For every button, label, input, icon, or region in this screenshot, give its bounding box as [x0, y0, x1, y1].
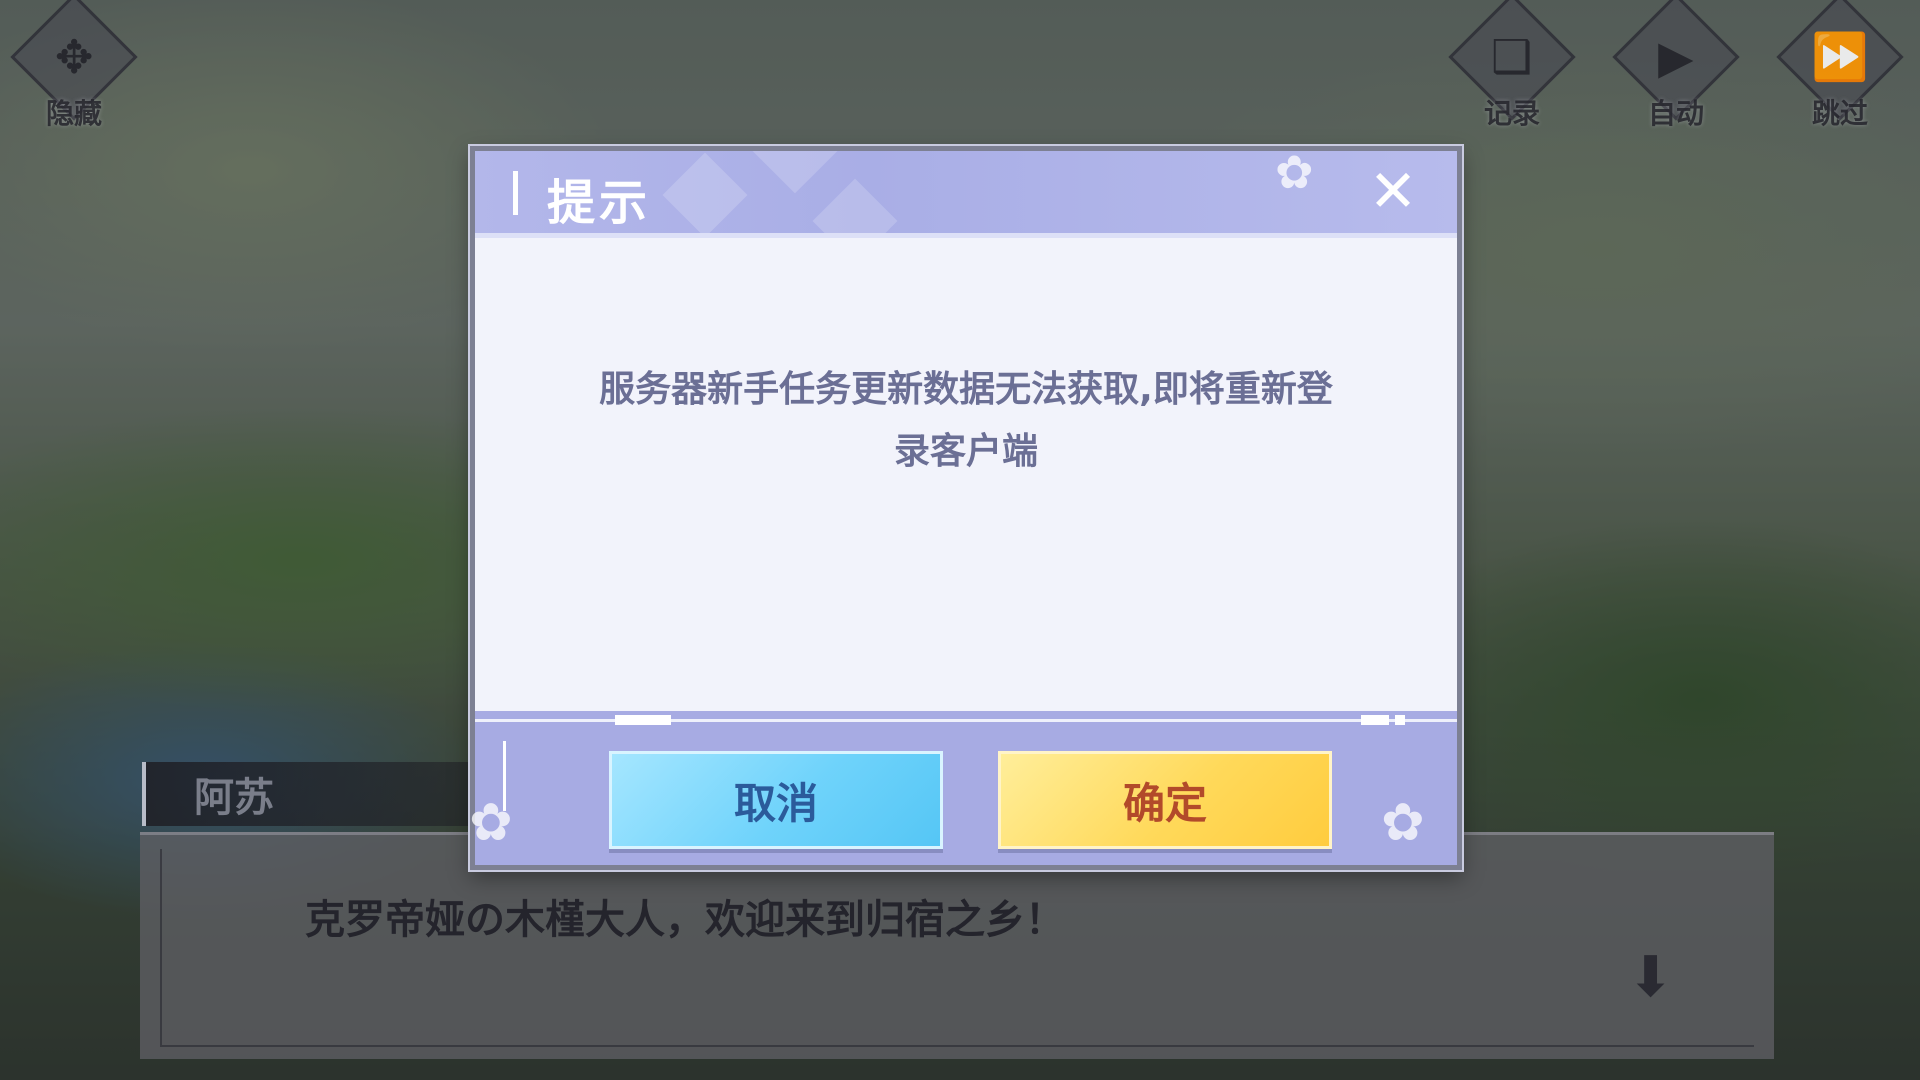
- confirm-button[interactable]: 确定: [998, 751, 1332, 849]
- cancel-button[interactable]: 取消: [609, 751, 943, 849]
- hide-icon: ✥: [54, 29, 94, 84]
- dialogue-frame: [160, 849, 1754, 1047]
- footer-divider-accent: [1361, 715, 1389, 725]
- speaker-name-tag: 阿苏: [142, 762, 476, 826]
- sakura-decoration-icon: ✿: [469, 793, 513, 853]
- sakura-decoration-icon: ✿: [1275, 151, 1314, 199]
- play-icon: ▶: [1658, 29, 1694, 84]
- footer-divider-accent: [615, 715, 671, 725]
- log-label: 记录: [1483, 97, 1540, 130]
- dialogue-text: 克罗帝娅の木槿大人，欢迎来到归宿之乡！: [305, 897, 1065, 943]
- header-decoration: [662, 152, 748, 233]
- auto-button[interactable]: ▶ 自动: [1612, 0, 1740, 130]
- chat-log-icon: ❑: [1491, 30, 1533, 84]
- game-scene: ✥ 隐藏 ❑ 记录 ▶ 自动 ⏩ 跳过 阿苏 克罗帝娅の木槿大人，欢迎来到归宿之…: [0, 0, 1920, 1080]
- hide-button[interactable]: ✥ 隐藏: [10, 0, 138, 130]
- header-decoration: [752, 151, 838, 194]
- log-button[interactable]: ❑ 记录: [1448, 0, 1576, 130]
- close-icon[interactable]: ✕: [1365, 162, 1421, 220]
- title-accent-bar: [513, 171, 518, 215]
- skip-label: 跳过: [1811, 97, 1868, 130]
- cancel-button-label: 取消: [733, 778, 818, 828]
- hide-label: 隐藏: [45, 97, 102, 130]
- dialog-header: ✿ 提示 ✕: [475, 151, 1457, 238]
- dialog-message: 服务器新手任务更新数据无法获取,即将重新登录客户端: [599, 368, 1333, 472]
- dialog-title: 提示: [547, 175, 652, 231]
- sakura-decoration-icon: ✿: [1381, 793, 1425, 853]
- skip-button[interactable]: ⏩ 跳过: [1776, 0, 1904, 130]
- notice-dialog: ✿ 提示 ✕ 服务器新手任务更新数据无法获取,即将重新登录客户端 ✿ ✿ 取消 …: [469, 146, 1462, 870]
- speaker-name: 阿苏: [194, 775, 274, 821]
- header-decoration: [812, 178, 898, 233]
- footer-divider-accent: [1395, 715, 1405, 725]
- dialog-footer: ✿ ✿ 取消 确定: [469, 711, 1457, 865]
- fast-forward-icon: ⏩: [1811, 29, 1869, 84]
- dialog-body: 服务器新手任务更新数据无法获取,即将重新登录客户端: [475, 238, 1457, 713]
- advance-arrow-icon[interactable]: ⬇: [1627, 945, 1674, 1010]
- confirm-button-label: 确定: [1122, 778, 1207, 828]
- auto-label: 自动: [1647, 97, 1704, 130]
